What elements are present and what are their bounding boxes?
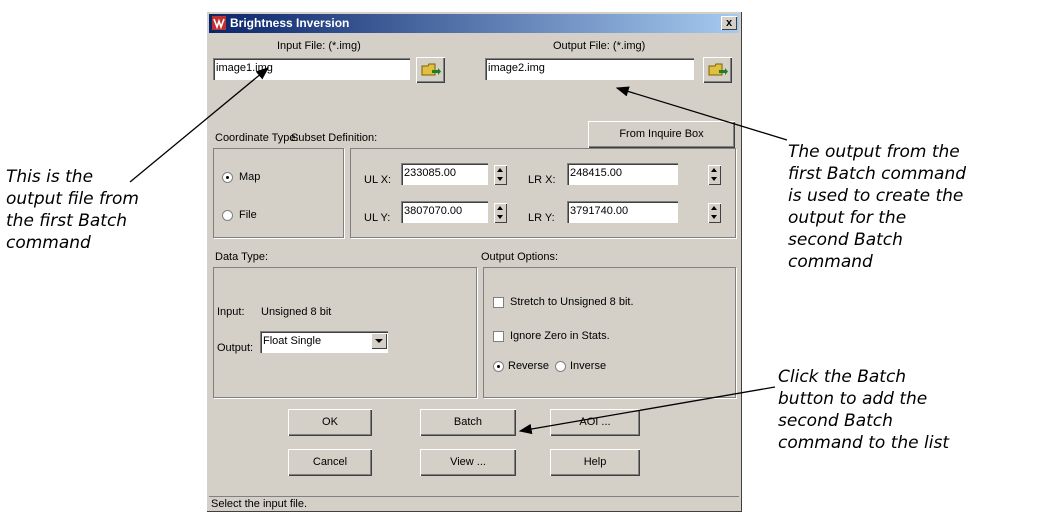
left-arrow xyxy=(129,67,270,183)
right-top-arrow xyxy=(615,86,788,141)
callout-arrows xyxy=(129,67,788,435)
right-bottom-arrow xyxy=(518,386,776,435)
